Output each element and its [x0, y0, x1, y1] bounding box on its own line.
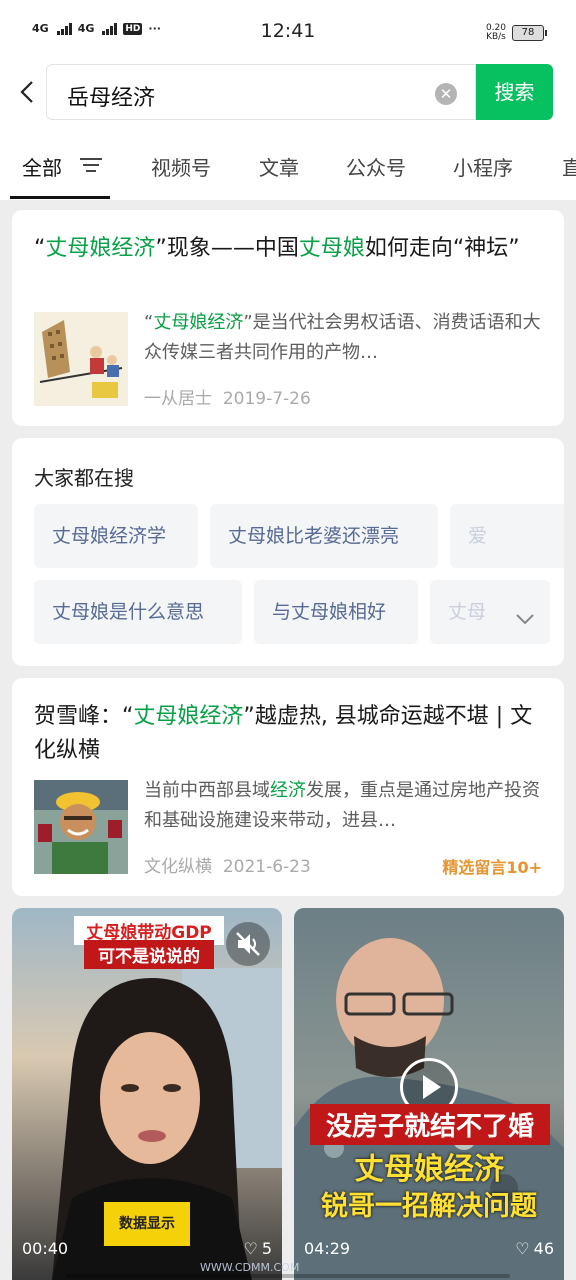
back-arrow-icon[interactable]: [16, 80, 40, 104]
mute-icon[interactable]: [226, 922, 270, 966]
heart-icon: ♡: [515, 1239, 530, 1258]
video-caption: 可不是说说的: [84, 940, 214, 969]
clear-icon[interactable]: ✕: [435, 83, 457, 105]
heart-icon: ♡: [243, 1239, 258, 1258]
video-caption: 锐哥一招解决问题: [321, 1191, 537, 1222]
search-input[interactable]: 岳母经济 ✕: [46, 64, 476, 120]
video-duration: 04:29: [304, 1239, 351, 1258]
article-snippet: 当前中西部县域经济发展，重点是通过房地产投资和基础设施建设来带动，进县…: [144, 776, 544, 836]
article-snippet: “丈母娘经济”是当代社会男权话语、消费话语和大众传媒三者共同作用的产物…: [144, 308, 544, 368]
title-highlight: 丈母娘: [298, 236, 365, 261]
net-speed-unit: KB/s: [486, 32, 506, 42]
search-button[interactable]: 搜索: [476, 64, 553, 120]
snippet-text: “: [144, 312, 154, 333]
status-bar: 4G 4G HD ··· 12:41 0.20 KB/s 78: [0, 0, 576, 60]
tab-account[interactable]: 公众号: [346, 152, 406, 181]
video-likes[interactable]: ♡ 5: [243, 1239, 272, 1258]
hot-searches-title: 大家都在搜: [34, 466, 134, 490]
video-caption: 没房子就结不了婚: [310, 1104, 550, 1145]
hot-search-chip[interactable]: 丈母娘经济学: [34, 504, 198, 568]
hot-search-chip[interactable]: 丈母娘是什么意思: [34, 580, 242, 644]
search-query: 岳母经济: [67, 86, 156, 111]
comments-badge: 精选留言10+: [442, 858, 542, 877]
snippet-highlight: 经济: [270, 780, 306, 801]
video-caption: 丈母娘经济: [354, 1152, 504, 1187]
hot-search-chip[interactable]: 与丈母娘相好: [254, 580, 418, 644]
title-text: ”现象——中国: [155, 236, 299, 261]
tab-video[interactable]: 视频号: [151, 152, 211, 181]
video-tag: 数据显示: [104, 1202, 190, 1246]
video-duration: 00:40: [22, 1239, 69, 1258]
tab-underline: [10, 196, 110, 199]
article-result-1[interactable]: “丈母娘经济”现象——中国丈母娘如何走向“神坛” “丈母娘经济”是当代社会男权话…: [12, 210, 564, 426]
article-title[interactable]: 贺雪峰：“丈母娘经济”越虚热, 县城命运越不堪 | 文化纵横: [34, 700, 534, 768]
article-source: 一从居士: [144, 389, 212, 409]
video-likes[interactable]: ♡ 46: [515, 1239, 554, 1258]
tab-live[interactable]: 直: [562, 152, 576, 181]
article-date: 2019-7-26: [222, 389, 311, 409]
search-bar: 岳母经济 ✕ 搜索: [0, 60, 576, 126]
article-thumbnail: [34, 780, 128, 874]
chevron-down-icon[interactable]: [514, 608, 536, 630]
article-result-2[interactable]: 贺雪峰：“丈母娘经济”越虚热, 县城命运越不堪 | 文化纵横 当前中西部县域经济…: [12, 678, 564, 896]
home-indicator[interactable]: [66, 1274, 510, 1278]
watermark: WWW.CDMM.COM: [200, 1261, 300, 1274]
filter-icon[interactable]: [80, 156, 102, 174]
title-highlight: 丈母娘经济: [45, 236, 156, 261]
battery-icon: 78: [512, 25, 547, 41]
title-text: 如何走向“神坛”: [364, 236, 520, 261]
hot-search-chip[interactable]: 丈母娘比老婆还漂亮: [210, 504, 438, 568]
snippet-text: 当前中西部县域: [144, 780, 270, 801]
tab-miniprogram[interactable]: 小程序: [453, 152, 513, 181]
tab-all[interactable]: 全部: [22, 152, 62, 181]
hot-search-chip[interactable]: 爱: [450, 504, 564, 568]
video-card-2[interactable]: 没房子就结不了婚 丈母娘经济 锐哥一招解决问题 04:29 ♡ 46: [294, 908, 564, 1280]
article-thumbnail: [34, 312, 128, 406]
like-count: 46: [533, 1239, 554, 1258]
net-speed: 0.20 KB/s: [486, 24, 506, 42]
video-card-1[interactable]: 丈母娘带动GDP 可不是说说的 数据显示 00:40 ♡ 5: [12, 908, 282, 1280]
article-source: 文化纵横: [144, 857, 212, 877]
hot-searches-card: 大家都在搜 丈母娘经济学 丈母娘比老婆还漂亮 爱 丈母娘是什么意思 与丈母娘相好…: [12, 438, 564, 666]
title-text: 贺雪峰：“: [34, 704, 134, 729]
like-count: 5: [261, 1239, 272, 1258]
title-highlight: 丈母娘经济: [133, 704, 244, 729]
title-text: “: [34, 236, 46, 261]
tab-bar: 全部 视频号 文章 公众号 小程序 直: [0, 126, 576, 200]
tab-article[interactable]: 文章: [259, 152, 299, 181]
article-meta: 一从居士 2019-7-26: [144, 384, 311, 409]
article-date: 2021-6-23: [222, 857, 311, 877]
snippet-highlight: 丈母娘经济: [153, 312, 244, 333]
article-title[interactable]: “丈母娘经济”现象——中国丈母娘如何走向“神坛”: [34, 232, 534, 266]
article-meta: 文化纵横 2021-6-23: [144, 852, 311, 877]
